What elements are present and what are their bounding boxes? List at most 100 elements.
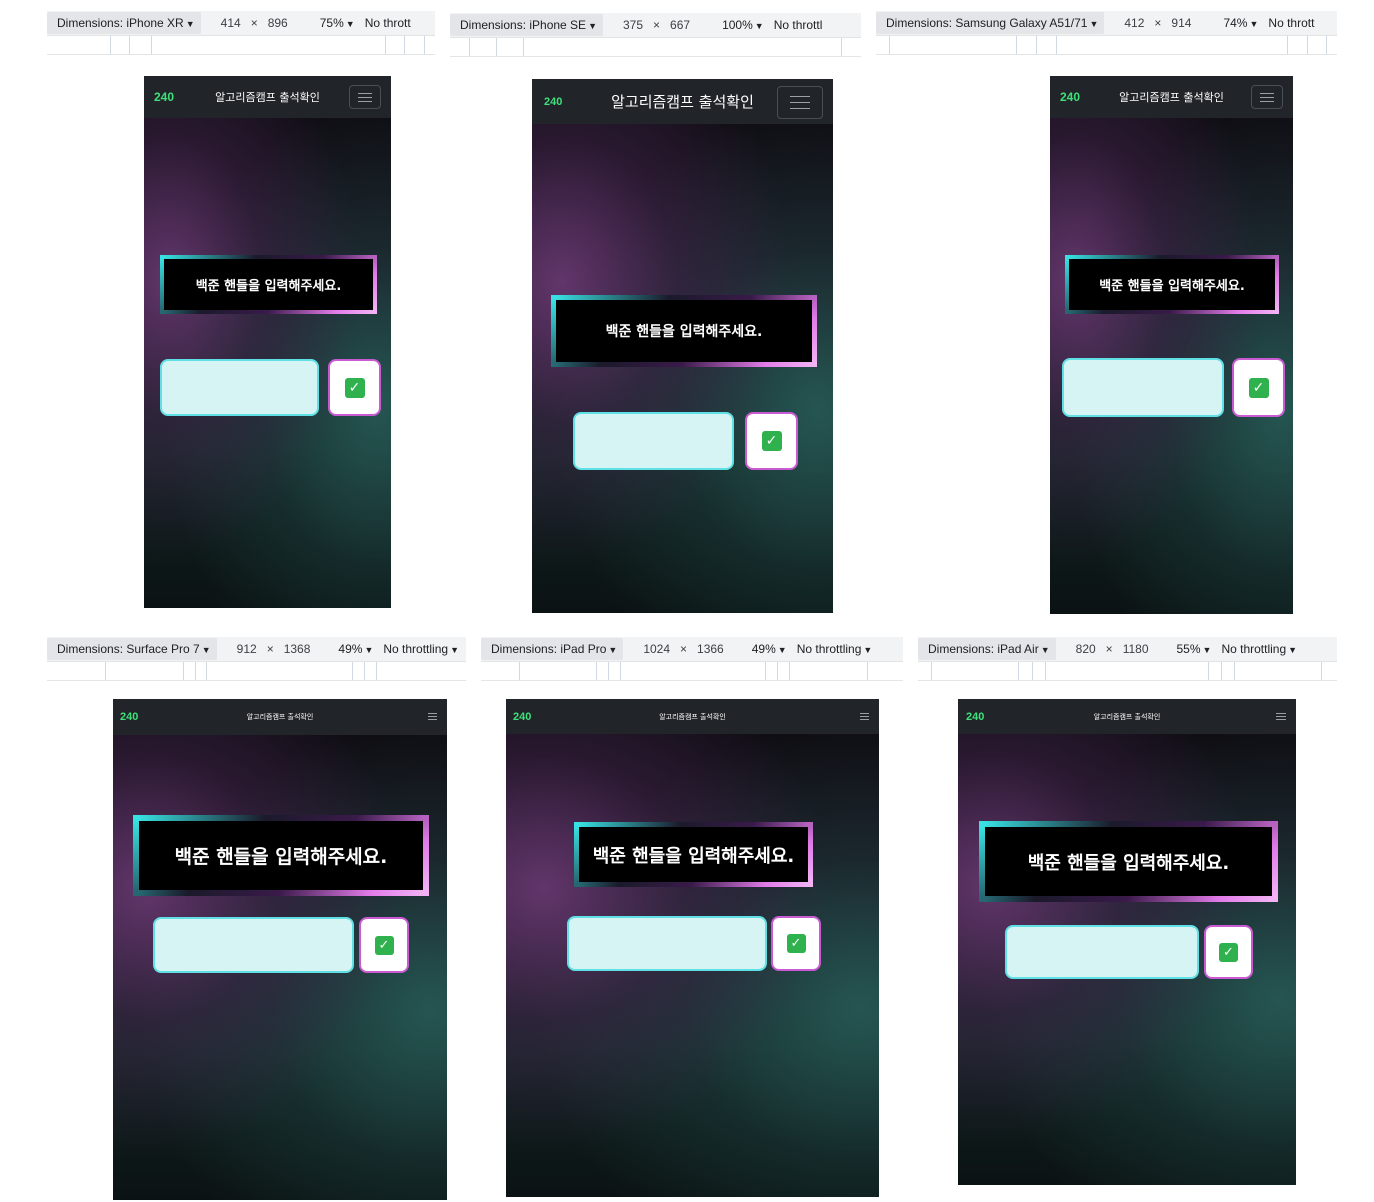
device-select[interactable]: Dimensions: Samsung Galaxy A51/71 ▼ xyxy=(876,12,1105,34)
navbar: 240 알고리즘캠프 출석확인 xyxy=(144,76,391,118)
chevron-down-icon: ▼ xyxy=(1202,645,1212,655)
device-screen: 240 알고리즘캠프 출석확인 백준 핸들을 입력해주세요. ✓ xyxy=(113,699,447,1200)
times-icon: × xyxy=(680,642,688,656)
prompt-banner: 백준 핸들을 입력해주세요. xyxy=(1065,255,1279,314)
chevron-down-icon: ▼ xyxy=(777,645,787,655)
chevron-down-icon: ▼ xyxy=(608,645,618,655)
menu-toggle-button[interactable] xyxy=(777,86,823,119)
throttle-select[interactable]: No throttling ▼ xyxy=(383,642,459,656)
prompt-banner: 백준 핸들을 입력해주세요. xyxy=(574,822,813,887)
device-screen: 240 알고리즘캠프 출석확인 백준 핸들을 입력해주세요. ✓ xyxy=(532,79,833,613)
chevron-down-icon: ▼ xyxy=(1288,645,1298,655)
width-field[interactable]: 912 xyxy=(237,642,257,656)
navbar: 240 알고리즘캠프 출석확인 xyxy=(113,699,447,735)
menu-toggle-button[interactable] xyxy=(349,85,381,109)
width-field[interactable]: 820 xyxy=(1076,642,1096,656)
submit-button[interactable]: ✓ xyxy=(328,359,381,416)
height-field[interactable]: 1368 xyxy=(284,642,311,656)
navbar: 240 알고리즘캠프 출석확인 xyxy=(958,699,1296,734)
navbar: 240 알고리즘캠프 출석확인 xyxy=(532,79,833,124)
height-field[interactable]: 896 xyxy=(268,16,288,30)
device-select[interactable]: Dimensions: iPad Pro ▼ xyxy=(481,638,624,660)
menu-toggle-button[interactable] xyxy=(426,711,438,722)
menu-toggle-button[interactable] xyxy=(1251,85,1283,109)
device-screen: 240 알고리즘캠프 출석확인 백준 핸들을 입력해주세요. ✓ xyxy=(958,699,1296,1185)
page-title: 알고리즘캠프 출석확인 xyxy=(659,712,726,721)
navbar: 240 알고리즘캠프 출석확인 xyxy=(1050,76,1293,118)
brand-logo[interactable]: 240 xyxy=(544,96,562,108)
page-title: 알고리즘캠프 출석확인 xyxy=(1093,712,1161,721)
times-icon: × xyxy=(250,16,258,30)
menu-toggle-button[interactable] xyxy=(1274,710,1288,723)
throttle-select[interactable]: No thrott xyxy=(365,16,411,30)
height-field[interactable]: 1180 xyxy=(1123,642,1149,656)
device-select[interactable]: Dimensions: Surface Pro 7 ▼ xyxy=(47,638,217,660)
zoom-select[interactable]: 75% ▼ xyxy=(320,16,355,30)
throttle-select[interactable]: No thrott xyxy=(1268,16,1314,30)
device-select[interactable]: Dimensions: iPad Air ▼ xyxy=(918,638,1056,660)
devtools-toolbar: Dimensions: iPad Air ▼ 820 × 1180 55% ▼ No… xyxy=(918,637,1337,662)
width-field[interactable]: 1024 xyxy=(643,642,670,656)
brand-logo[interactable]: 240 xyxy=(966,711,984,723)
devtools-toolbar: Dimensions: iPhone SE ▼ 375 × 667 100% ▼ N… xyxy=(450,13,861,38)
submit-button[interactable]: ✓ xyxy=(1204,925,1253,979)
check-icon: ✓ xyxy=(761,431,782,451)
device-screen: 240 알고리즘캠프 출석확인 백준 핸들을 입력해주세요. ✓ xyxy=(144,76,391,608)
prompt-banner: 백준 핸들을 입력해주세요. xyxy=(133,815,429,896)
navbar: 240 알고리즘캠프 출석확인 xyxy=(506,699,879,734)
device-select[interactable]: Dimensions: iPhone XR ▼ xyxy=(47,12,201,34)
height-field[interactable]: 1366 xyxy=(697,642,724,656)
chevron-down-icon: ▼ xyxy=(450,645,459,655)
hamburger-icon xyxy=(1260,92,1274,94)
hamburger-icon xyxy=(358,92,372,94)
devtools-toolbar: Dimensions: iPhone XR ▼ 414 × 896 75% ▼ No… xyxy=(47,11,435,36)
brand-logo[interactable]: 240 xyxy=(1060,90,1080,104)
times-icon: × xyxy=(266,642,274,656)
brand-logo[interactable]: 240 xyxy=(154,90,174,104)
submit-button[interactable]: ✓ xyxy=(771,916,821,971)
submit-button[interactable]: ✓ xyxy=(1232,358,1285,417)
handle-input[interactable] xyxy=(1005,925,1199,979)
times-icon: × xyxy=(1154,16,1162,30)
check-icon: ✓ xyxy=(1219,942,1238,962)
width-field[interactable]: 414 xyxy=(221,16,241,30)
handle-input[interactable] xyxy=(1062,358,1224,417)
brand-logo[interactable]: 240 xyxy=(513,711,531,723)
zoom-select[interactable]: 55% ▼ xyxy=(1177,642,1212,656)
media-query-ruler xyxy=(450,38,861,57)
submit-button[interactable]: ✓ xyxy=(745,412,798,470)
handle-input[interactable] xyxy=(153,917,354,973)
zoom-select[interactable]: 49% ▼ xyxy=(752,642,787,656)
hamburger-icon xyxy=(790,96,810,97)
width-field[interactable]: 375 xyxy=(623,18,643,32)
media-query-ruler xyxy=(876,36,1337,55)
throttle-select[interactable]: No throttling ▼ xyxy=(1221,642,1297,656)
height-field[interactable]: 914 xyxy=(1171,16,1191,30)
devtools-toolbar: Dimensions: Surface Pro 7 ▼ 912 × 1368 49… xyxy=(47,637,466,662)
handle-input[interactable] xyxy=(567,916,767,971)
handle-input[interactable] xyxy=(573,412,734,470)
chevron-down-icon: ▼ xyxy=(1040,645,1050,655)
media-query-ruler xyxy=(47,662,466,681)
brand-logo[interactable]: 240 xyxy=(120,711,138,723)
throttle-select[interactable]: No throttling ▼ xyxy=(797,642,873,656)
menu-toggle-button[interactable] xyxy=(858,711,870,722)
device-screen: 240 알고리즘캠프 출석확인 백준 핸들을 입력해주세요. ✓ xyxy=(1050,76,1293,614)
hamburger-icon xyxy=(427,713,437,714)
handle-input[interactable] xyxy=(160,359,319,416)
device-screen: 240 알고리즘캠프 출석확인 백준 핸들을 입력해주세요. ✓ xyxy=(506,699,879,1197)
submit-button[interactable]: ✓ xyxy=(359,917,409,973)
zoom-select[interactable]: 100% ▼ xyxy=(722,18,764,32)
width-field[interactable]: 412 xyxy=(1124,16,1144,30)
media-query-ruler xyxy=(918,662,1337,681)
zoom-select[interactable]: 74% ▼ xyxy=(1223,16,1258,30)
devtools-toolbar: Dimensions: iPad Pro ▼ 1024 × 1366 49% ▼ N… xyxy=(481,637,903,662)
chevron-down-icon: ▼ xyxy=(364,645,374,655)
device-select[interactable]: Dimensions: iPhone SE ▼ xyxy=(450,14,603,36)
height-field[interactable]: 667 xyxy=(670,18,690,32)
zoom-select[interactable]: 49% ▼ xyxy=(338,642,373,656)
check-icon: ✓ xyxy=(786,934,806,953)
chevron-down-icon: ▼ xyxy=(201,645,211,655)
throttle-select[interactable]: No throttl xyxy=(774,18,823,32)
chevron-down-icon: ▼ xyxy=(345,19,355,29)
